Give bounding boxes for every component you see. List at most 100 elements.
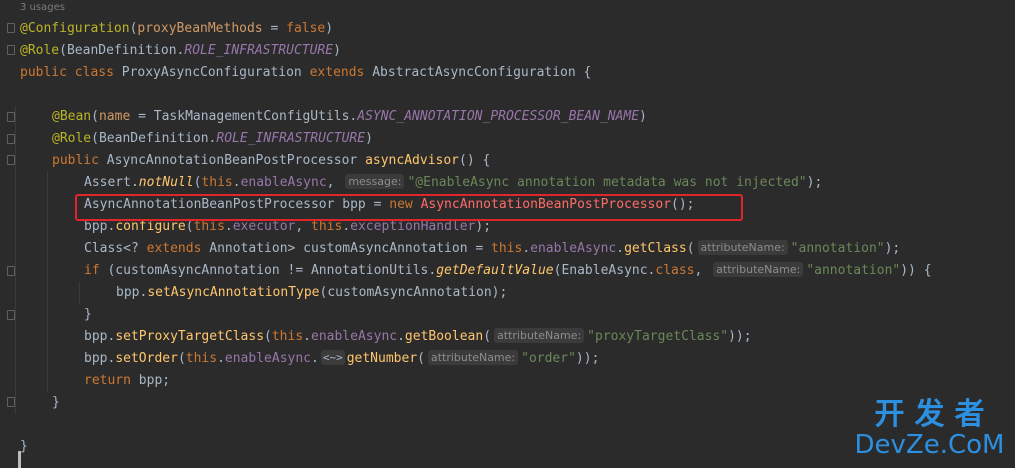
indent-guide [15,216,16,238]
token: getDefaultValue [436,263,554,278]
token: AbstractAsyncConfiguration { [372,65,592,80]
token: Class<? [84,241,147,256]
token: this [185,351,218,366]
token: . [224,219,233,234]
token: getBoolean [404,329,484,344]
fold-marker-icon[interactable] [7,23,15,33]
parameter-hint: message: [345,174,405,189]
token: this [271,329,304,344]
token: ); [475,219,492,234]
token: . [217,351,225,366]
token: . [303,329,311,344]
fold-marker-icon[interactable] [7,310,15,320]
token: } [84,307,92,322]
indent-guide [15,282,16,304]
fold-marker-icon[interactable] [7,134,15,144]
code-line-2: @Role(BeanDefinition.ROLE_INFRASTRUCTURE… [20,40,1010,62]
token: this [201,175,233,190]
token: , [326,175,343,190]
code-line-16: bpp.setOrder(this.enableAsync. <~> getNumb… [15,348,1010,370]
folded-generic-hint[interactable]: <~> [320,350,345,365]
token: ProxyAsyncConfiguration [121,65,310,80]
token: enableAsync [311,329,398,344]
usages-hint[interactable]: 3 usages [20,0,65,15]
token: (customAsyncAnnotation); [319,285,508,300]
token: notNull [138,175,194,190]
token: extends [146,241,210,256]
code-line-12: if (customAsyncAnnotation != AnnotationU… [15,260,1010,282]
indent-guide [47,370,48,392]
code-line-3: public class ProxyAsyncConfiguration ext… [20,62,1010,84]
token: (customAsyncAnnotation != AnnotationUtil… [107,263,437,278]
token: @Role [52,131,92,146]
code-line-14: } [15,304,1010,326]
token: setOrder [115,351,178,366]
indent-guide [15,348,16,370]
token: (EnableAsync. [553,263,656,278]
token: "annotation" [806,263,901,278]
indent-guide [47,194,48,216]
code-line-5: @Bean(name = TaskManagementConfigUtils.A… [15,106,1010,128]
fold-marker-icon[interactable] [7,155,15,165]
token: bpp; [138,373,171,388]
token: ROLE_INFRASTRUCTURE [184,43,334,58]
token: ( [264,329,272,344]
code-line-13: bpp.setAsyncAnnotationType(customAsyncAn… [15,282,1010,304]
token: this [491,241,523,256]
token: "@EnableAsync annotation metadata was no… [407,175,807,190]
token: exceptionHandler [350,219,476,234]
token: , [295,219,312,234]
code-line-6: @Role(BeanDefinition.ROLE_INFRASTRUCTURE… [15,128,1010,150]
token: Annotation> customAsyncAnnotation = [209,241,492,256]
token: enableAsync [240,175,327,190]
token: executor [232,219,296,234]
token: asyncAdvisor [365,153,459,168]
indent-guide [15,370,16,392]
text-caret [18,451,21,468]
fold-marker-icon[interactable] [7,266,15,276]
token: . [397,329,405,344]
parameter-hint: attributeName: [713,262,804,277]
indent-guide [47,260,48,282]
fold-marker-icon[interactable] [7,112,15,122]
fold-marker-icon[interactable] [7,397,15,407]
token: ) [333,43,341,58]
token: return [84,373,139,388]
editor-gutter[interactable] [0,0,20,468]
fold-marker-icon[interactable] [7,45,15,55]
indent-guide [15,128,16,150]
token: setAsyncAnnotationType [147,285,320,300]
code-line-11: Class<? extends Annotation> customAsyncA… [15,238,1010,260]
code-line-17: return bpp; [15,370,1010,392]
indent-guide [79,282,80,304]
parameter-hint: attributeName: [427,350,519,365]
token: = TaskManagementConfigUtils. [130,109,358,124]
indent-guide [15,304,16,326]
token: bpp. [84,329,116,344]
code-line-15: bpp.setProxyTargetClass(this.enableAsync… [15,326,1010,348]
token: this [311,219,343,234]
watermark-cn: 开发者 [874,397,995,432]
indent-guide [15,194,16,216]
indent-guide [47,216,48,238]
token: @Bean [52,109,92,124]
token: ASYNC_ANNOTATION_PROCESSOR_BEAN_NAME [357,109,640,124]
token: . [522,241,531,256]
token: ); [806,175,823,190]
highlight-annotation-box [75,194,743,221]
indent-guide [15,106,16,128]
indent-guide [15,326,16,348]
token: "annotation" [790,241,885,256]
token: . [232,175,241,190]
token: AsyncAnnotationBeanPostProcessor [106,153,366,168]
token: @Role [20,43,60,58]
token: enableAsync [224,351,311,366]
code-editor[interactable]: 3 usages @Configuration(proxyBeanMethods… [0,0,1015,468]
token: ( [185,219,194,234]
token: Assert. [84,175,139,190]
indent-guide [15,392,16,414]
token: bpp. [84,219,116,234]
token: ); [884,241,901,256]
token: ( [483,329,492,344]
